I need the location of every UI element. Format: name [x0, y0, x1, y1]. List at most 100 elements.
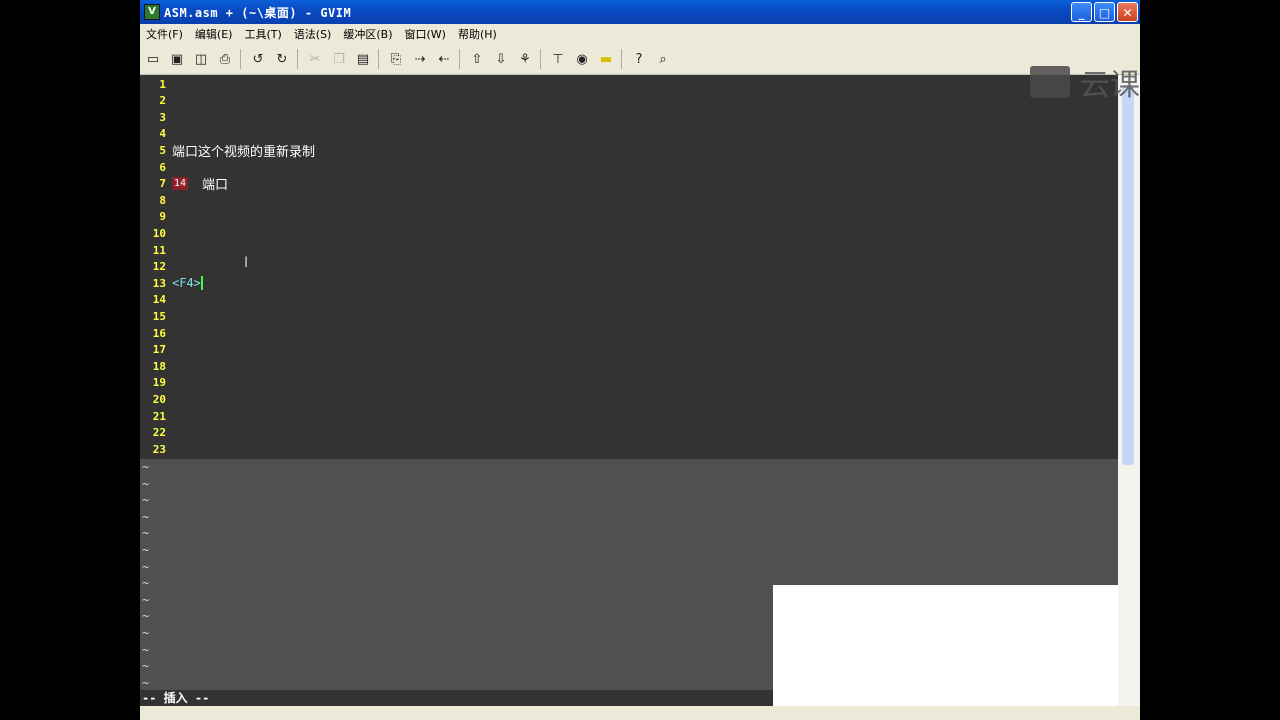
line-number: 10 — [152, 226, 166, 240]
empty-line-tilde: ~ — [142, 659, 150, 674]
close-button[interactable]: ✕ — [1117, 2, 1138, 22]
line-number: 3 — [159, 110, 166, 124]
editor-line[interactable]: 11 — [140, 242, 1118, 258]
editor-area[interactable]: 1 2 3 4 5 端口这个视频的重新录制 6 7 14 端口 8 9 10 11 12 13 <F4> 14 15… — [140, 75, 1118, 459]
menu-file[interactable]: 文件(F) — [140, 26, 189, 42]
menu-edit[interactable]: 编辑(E) — [189, 26, 239, 42]
toolbar-separator — [459, 49, 460, 69]
vim-app-icon[interactable]: V — [144, 4, 160, 20]
mouse-ibeam-cursor: I — [244, 255, 249, 271]
line-number: 2 — [159, 94, 166, 108]
line-number: 15 — [152, 309, 166, 323]
run-ctags-icon[interactable]: ◉ — [571, 48, 593, 70]
watermark: 云课 — [1030, 60, 1140, 104]
editor-line[interactable]: 20 — [140, 391, 1118, 407]
line-number: 5 — [159, 143, 166, 157]
line-number: 12 — [152, 260, 166, 274]
text-cursor — [200, 276, 203, 291]
paste-icon[interactable]: ▤ — [352, 48, 374, 70]
editor-line[interactable]: 15 — [140, 308, 1118, 324]
empty-line-tilde: ~ — [142, 476, 150, 491]
vertical-scrollbar[interactable] — [1118, 75, 1140, 706]
menu-tools[interactable]: 工具(T) — [238, 26, 287, 42]
empty-line-tilde: ~ — [142, 592, 150, 607]
line-number: 1 — [159, 77, 166, 91]
empty-line-tilde: ~ — [142, 526, 150, 541]
find-prev-icon[interactable]: ⇠ — [433, 48, 455, 70]
line-number: 20 — [152, 392, 166, 406]
menu-syntax[interactable]: 语法(S) — [288, 26, 338, 42]
line-number: 23 — [152, 442, 166, 456]
find-help-icon[interactable]: ⌕ — [652, 48, 674, 70]
editor-line[interactable]: 7 14 端口 — [140, 176, 1118, 194]
find-replace-icon[interactable]: ⎘ — [385, 48, 407, 70]
empty-line-tilde: ~ — [142, 493, 150, 508]
editor-line[interactable]: 1 — [140, 76, 1118, 92]
editor-line[interactable]: 23 — [140, 441, 1118, 457]
window-controls: _ □ ✕ — [1071, 2, 1138, 22]
editor-line[interactable]: 6 — [140, 159, 1118, 175]
jump-tag-icon[interactable]: ▬ — [595, 48, 617, 70]
empty-line-tilde: ~ — [142, 576, 150, 591]
copy-icon[interactable]: ❐ — [328, 48, 350, 70]
cut-icon[interactable]: ✂ — [304, 48, 326, 70]
editor-line[interactable]: 17 — [140, 342, 1118, 358]
make-icon[interactable]: ⊤ — [547, 48, 569, 70]
line-number: 17 — [152, 343, 166, 357]
empty-line-tilde: ~ — [142, 642, 150, 657]
menu-window[interactable]: 窗口(W) — [399, 26, 452, 42]
print-icon[interactable]: ⎙ — [214, 48, 236, 70]
editor-line[interactable]: 4 — [140, 126, 1118, 142]
line-text: 端口这个视频的重新录制 — [172, 144, 316, 160]
maximize-button[interactable]: □ — [1094, 2, 1115, 22]
empty-line-tilde: ~ — [142, 626, 150, 640]
load-session-icon[interactable]: ⇧ — [466, 48, 488, 70]
editor-line[interactable]: 19 — [140, 375, 1118, 391]
title-bar[interactable]: V ASM.asm + (~\桌面) - GVIM _ □ ✕ — [140, 0, 1140, 24]
editor-line[interactable]: 16 — [140, 325, 1118, 341]
save-icon[interactable]: ▣ — [166, 48, 188, 70]
line-text: 端口 — [202, 178, 229, 194]
empty-line-tilde: ~ — [142, 559, 150, 574]
editor-line[interactable]: 21 — [140, 408, 1118, 424]
help-icon[interactable]: ? — [628, 48, 650, 70]
line-number: 4 — [159, 127, 166, 141]
editor-line[interactable]: 3 — [140, 109, 1118, 125]
save-session-icon[interactable]: ⇩ — [490, 48, 512, 70]
minimize-button[interactable]: _ — [1071, 2, 1092, 22]
find-next-icon[interactable]: ⇢ — [409, 48, 431, 70]
open-icon[interactable]: ▭ — [142, 48, 164, 70]
line-number: 13 — [152, 276, 166, 290]
toolbar-separator — [378, 49, 379, 69]
gvim-window: V ASM.asm + (~\桌面) - GVIM _ □ ✕ 文件(F) 编辑… — [140, 0, 1140, 720]
run-script-icon[interactable]: ⚘ — [514, 48, 536, 70]
empty-line-tilde: ~ — [142, 675, 150, 690]
editor-line[interactable]: 8 — [140, 192, 1118, 208]
menu-buffers[interactable]: 缓冲区(B) — [337, 26, 398, 42]
save-all-icon[interactable]: ◫ — [190, 48, 212, 70]
editor-line[interactable]: 22 — [140, 425, 1118, 441]
redo-icon[interactable]: ↻ — [271, 48, 293, 70]
editor-line[interactable]: 5 端口这个视频的重新录制 — [140, 142, 1118, 160]
empty-line-tilde: ~ — [142, 609, 150, 624]
editor-line[interactable]: 12 — [140, 259, 1118, 275]
undo-icon[interactable]: ↺ — [247, 48, 269, 70]
empty-line-tilde: ~ — [142, 543, 150, 557]
overlay-panel — [773, 585, 1118, 706]
editor-line[interactable]: 2 — [140, 93, 1118, 109]
toolbar-separator — [240, 49, 241, 69]
editor-line[interactable]: 13 <F4> — [140, 275, 1118, 291]
editor-line[interactable]: 14 — [140, 292, 1118, 308]
toolbar-separator — [621, 49, 622, 69]
window-title: ASM.asm + (~\桌面) - GVIM — [164, 5, 352, 20]
toolbar: ▭ ▣ ◫ ⎙ ↺ ↻ ✂ ❐ ▤ ⎘ ⇢ ⇠ ⇧ ⇩ ⚘ ⊤ ◉ ▬ ? ⌕ — [140, 44, 1140, 75]
watermark-text: 云课 — [1080, 68, 1140, 103]
line-number: 7 — [159, 177, 166, 191]
line-number: 18 — [152, 359, 166, 373]
editor-line[interactable]: 18 — [140, 358, 1118, 374]
scrollbar-thumb[interactable] — [1122, 85, 1134, 465]
editor-line[interactable]: 10 — [140, 225, 1118, 241]
menu-help[interactable]: 帮助(H) — [452, 26, 503, 42]
editor-line[interactable]: 9 — [140, 209, 1118, 225]
line-number: 14 — [152, 293, 166, 307]
